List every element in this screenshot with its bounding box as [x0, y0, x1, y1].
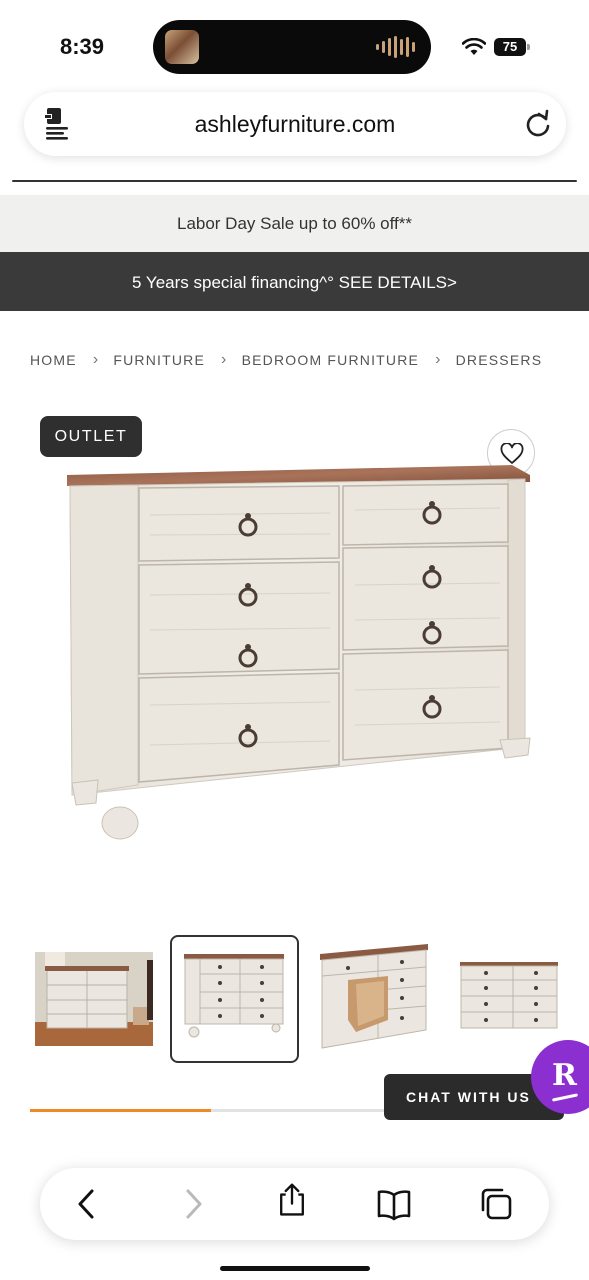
browser-toolbar	[40, 1168, 549, 1240]
battery-indicator: 75	[494, 38, 530, 56]
wifi-icon	[462, 38, 486, 55]
dynamic-island[interactable]	[153, 20, 431, 74]
outlet-badge: OUTLET	[40, 416, 142, 457]
breadcrumb-bedroom-furniture[interactable]: BEDROOM FURNITURE	[242, 352, 420, 368]
financing-banner[interactable]: 5 Years special financing^° SEE DETAILS>	[0, 252, 589, 311]
gallery-scroll-progress-fill	[30, 1109, 211, 1112]
address-bar[interactable]: ashleyfurniture.com	[24, 92, 566, 156]
product-image[interactable]	[60, 455, 540, 850]
status-time: 8:39	[60, 34, 105, 59]
share-icon[interactable]	[274, 1182, 310, 1218]
breadcrumb: HOME › FURNITURE › BEDROOM FURNITURE › D…	[30, 351, 542, 369]
chevron-right-icon: ›	[92, 351, 100, 368]
forward-icon[interactable]	[174, 1186, 210, 1222]
header-divider	[12, 180, 577, 182]
breadcrumb-dressers[interactable]: DRESSERS	[456, 352, 543, 368]
back-icon[interactable]	[70, 1186, 106, 1222]
financing-banner-text[interactable]: 5 Years special financing^° SEE DETAILS>	[0, 273, 589, 293]
url-text[interactable]: ashleyfurniture.com	[24, 111, 566, 138]
chevron-right-icon: ›	[435, 351, 442, 368]
audio-waveform-icon	[376, 36, 415, 58]
tabs-icon[interactable]	[478, 1186, 514, 1222]
sale-banner[interactable]: Labor Day Sale up to 60% off**	[0, 195, 589, 252]
gallery-thumbnail-3[interactable]	[318, 940, 431, 1052]
gallery-thumbnail-1[interactable]	[35, 952, 153, 1046]
now-playing-artwork	[165, 30, 199, 64]
gallery-thumbnail-4[interactable]	[458, 958, 558, 1033]
chevron-right-icon: ›	[221, 351, 228, 368]
sale-banner-text[interactable]: Labor Day Sale up to 60% off**	[0, 214, 589, 234]
breadcrumb-home[interactable]: HOME	[30, 352, 77, 368]
rakuten-swoosh-icon	[551, 1093, 579, 1102]
reload-icon[interactable]	[524, 108, 552, 138]
rakuten-logo-letter: R	[552, 1058, 577, 1093]
gallery-thumbnail-2[interactable]	[180, 952, 288, 1042]
status-bar: 8:39 75	[0, 0, 589, 84]
bookmarks-icon[interactable]	[376, 1186, 412, 1222]
breadcrumb-furniture[interactable]: FURNITURE	[113, 352, 205, 368]
home-indicator	[220, 1266, 370, 1271]
battery-level: 75	[502, 39, 518, 54]
